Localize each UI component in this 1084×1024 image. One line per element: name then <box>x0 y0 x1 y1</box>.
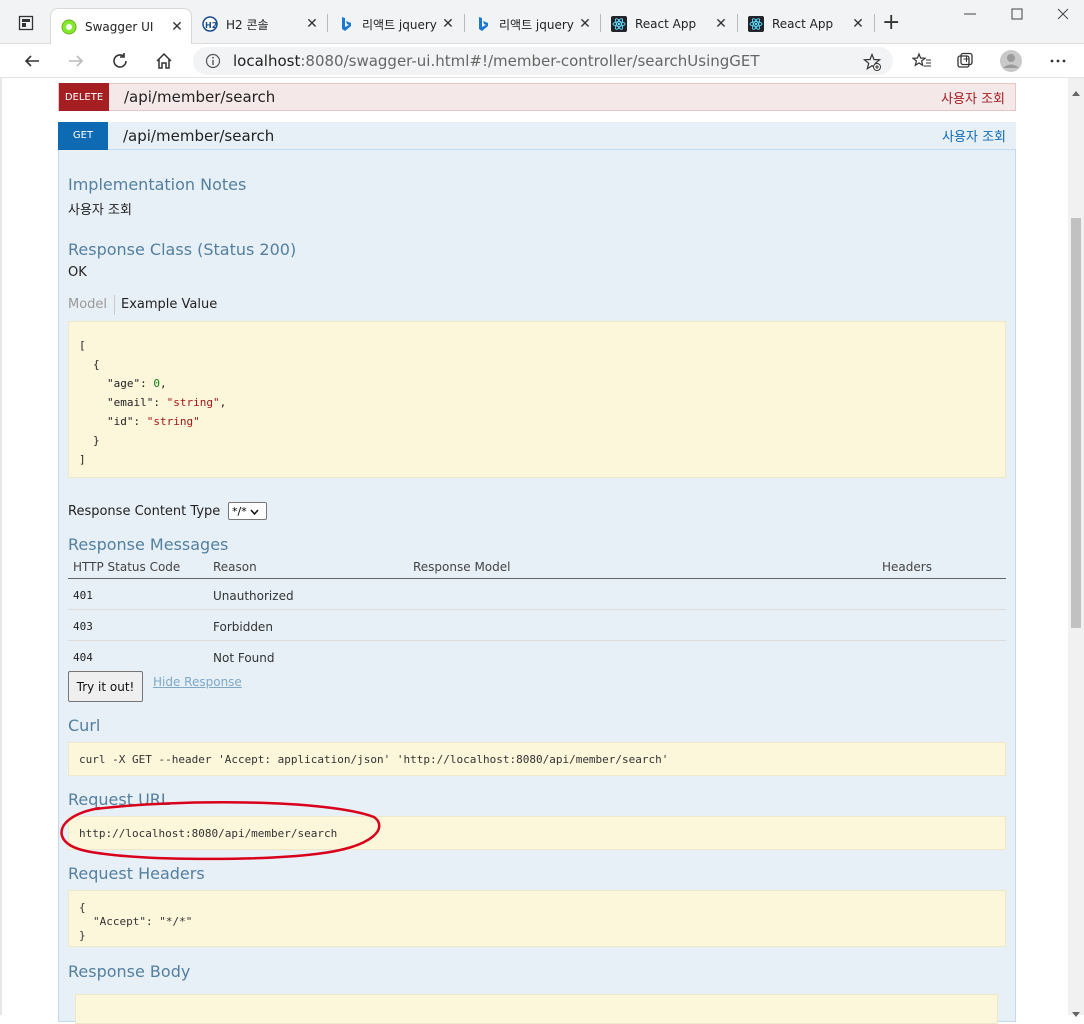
table-row: 404 Not Found <box>73 651 275 665</box>
refresh-icon[interactable] <box>106 47 134 75</box>
operation-summary: 사용자 조회 <box>941 91 1005 107</box>
curl-box: curl -X GET --header 'Accept: applicatio… <box>68 742 1006 776</box>
collections-icon[interactable] <box>951 47 979 75</box>
react-icon <box>748 16 764 32</box>
tab-title: 리액트 jquery <box>499 17 574 32</box>
favorite-add-icon[interactable] <box>862 52 882 71</box>
annotation-ellipse <box>56 801 384 863</box>
bing-icon <box>338 16 354 32</box>
hide-response-link[interactable]: Hide Response <box>153 675 242 689</box>
response-messages-title: Response Messages <box>68 535 229 554</box>
table-row: 401 Unauthorized <box>68 579 1006 610</box>
browser-toolbar: localhost:8080/swagger-ui.html#!/member-… <box>0 44 1084 78</box>
response-body-box <box>75 994 998 1024</box>
scrollbar-thumb[interactable] <box>1071 218 1081 628</box>
table-row: 403 Forbidden <box>68 610 1006 641</box>
tab-h2-console[interactable]: H2 H2 콘솔 ✕ <box>192 8 326 40</box>
minimize-icon[interactable] <box>960 6 980 22</box>
scroll-up-arrow[interactable] <box>1071 82 1081 96</box>
tab-model[interactable]: Model <box>68 297 107 312</box>
react-icon <box>611 16 627 32</box>
swagger-icon <box>61 19 77 35</box>
close-icon[interactable]: ✕ <box>848 16 868 32</box>
window-menu-icon[interactable] <box>18 15 34 31</box>
url-host: localhost <box>233 52 301 70</box>
favorites-icon[interactable] <box>908 47 936 75</box>
close-window-icon[interactable] <box>1053 6 1073 22</box>
operation-get-header[interactable]: GET /api/member/search 사용자 조회 <box>58 121 1016 150</box>
tab-bing-2[interactable]: 리액트 jquery ✕ <box>465 8 599 40</box>
h2-icon: H2 <box>202 16 218 32</box>
address-bar[interactable]: localhost:8080/swagger-ui.html#!/member-… <box>193 47 893 75</box>
close-icon[interactable]: ✕ <box>167 19 187 35</box>
tab-example-value[interactable]: Example Value <box>121 297 217 312</box>
method-badge-delete: DELETE <box>59 83 109 111</box>
svg-text:H2: H2 <box>205 21 217 30</box>
close-icon[interactable]: ✕ <box>302 16 322 32</box>
home-icon[interactable] <box>150 47 178 75</box>
request-headers-box: { "Accept": "*/*" } <box>68 890 1006 947</box>
new-tab-button[interactable]: + <box>882 10 900 35</box>
implementation-notes-text: 사용자 조회 <box>68 203 132 218</box>
operation-path: /api/member/search <box>124 88 276 106</box>
chevron-down-icon <box>250 505 259 518</box>
close-icon[interactable]: ✕ <box>575 16 595 32</box>
response-content-type-label: Response Content Type <box>68 504 221 519</box>
try-it-out-button[interactable]: Try it out! <box>68 671 143 702</box>
profile-avatar[interactable] <box>997 47 1025 75</box>
method-badge-get: GET <box>58 121 108 150</box>
response-body-title: Response Body <box>68 962 191 981</box>
tab-title: React App <box>772 17 834 31</box>
tab-title: Swagger UI <box>85 19 154 34</box>
response-class-text: OK <box>68 265 87 280</box>
tab-react-app-1[interactable]: React App ✕ <box>601 8 735 40</box>
tab-swagger-ui[interactable]: Swagger UI ✕ <box>50 8 192 44</box>
more-options-icon[interactable] <box>1044 47 1072 75</box>
curl-title: Curl <box>68 716 101 735</box>
operation-summary: 사용자 조회 <box>942 130 1006 145</box>
maximize-icon[interactable] <box>1007 6 1027 22</box>
tab-react-app-2[interactable]: React App ✕ <box>738 8 872 40</box>
bing-icon <box>475 16 491 32</box>
response-class-title: Response Class (Status 200) <box>68 240 297 259</box>
tab-title: React App <box>635 17 697 31</box>
close-icon[interactable]: ✕ <box>711 16 731 32</box>
url-path: :8080/swagger-ui.html#!/member-controlle… <box>300 52 760 70</box>
close-icon[interactable]: ✕ <box>438 16 458 32</box>
response-messages-header: HTTP Status Code Reason Response Model H… <box>68 558 1006 579</box>
browser-tab-bar: Swagger UI ✕ H2 H2 콘솔 ✕ 리액트 jquery ✕ 리액트… <box>0 0 1084 44</box>
back-arrow-icon[interactable] <box>18 47 46 75</box>
request-headers-title: Request Headers <box>68 864 205 883</box>
scroll-down-arrow[interactable] <box>1071 1004 1081 1017</box>
example-value-box: [ { "age": 0, "email": "string", "id": "… <box>68 321 1006 478</box>
tab-title: H2 콘솔 <box>226 17 269 32</box>
response-content-type-select[interactable]: */* <box>228 502 267 520</box>
info-icon[interactable] <box>205 53 221 69</box>
tab-bing-1[interactable]: 리액트 jquery ✕ <box>328 8 462 40</box>
implementation-notes-title: Implementation Notes <box>68 175 247 194</box>
tab-title: 리액트 jquery <box>362 17 437 32</box>
forward-arrow-icon[interactable] <box>62 47 90 75</box>
operation-delete-header[interactable]: DELETE /api/member/search 사용자 조회 <box>58 83 1016 111</box>
operation-path: /api/member/search <box>123 126 275 145</box>
